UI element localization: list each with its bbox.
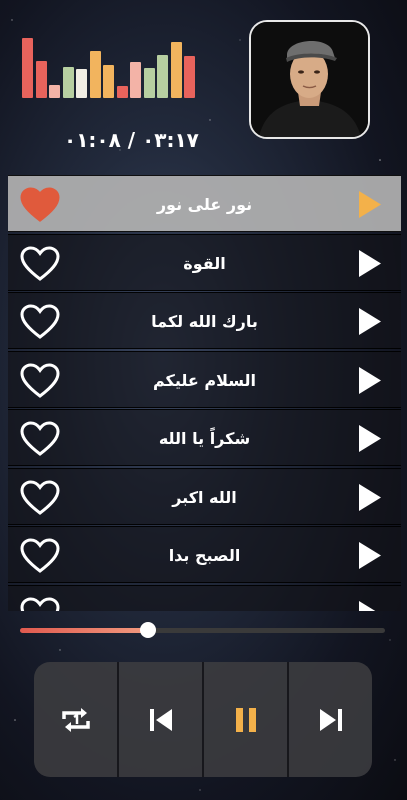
skip-previous-icon <box>149 708 172 731</box>
track-title: شكراً يا الله <box>158 429 251 448</box>
track-title: بارك الله لكما <box>151 312 258 331</box>
track-title: الله اكبر <box>172 487 237 507</box>
play-icon[interactable] <box>358 600 382 612</box>
track-row[interactable]: نور على نور <box>8 175 401 232</box>
heart-icon[interactable] <box>20 596 60 612</box>
track-row[interactable] <box>8 584 401 612</box>
play-icon[interactable] <box>358 541 382 570</box>
play-icon[interactable] <box>358 483 382 512</box>
equalizer-bar <box>103 65 114 98</box>
heart-icon[interactable] <box>20 362 60 398</box>
heart-icon[interactable] <box>20 538 60 573</box>
track-row[interactable]: بارك الله لكما <box>8 292 401 349</box>
equalizer-visualizer <box>22 38 197 98</box>
equalizer-bar <box>157 55 168 98</box>
track-row[interactable]: السلام عليكم <box>8 350 401 408</box>
play-icon[interactable] <box>358 307 382 336</box>
heart-icon[interactable] <box>20 479 60 515</box>
repeat-one-icon <box>61 707 90 732</box>
play-icon[interactable] <box>358 424 382 453</box>
artist-photo <box>249 20 370 139</box>
equalizer-bar <box>170 42 182 98</box>
heart-icon[interactable] <box>20 187 60 222</box>
equalizer-bar <box>130 62 141 98</box>
track-title: الصبح بدا <box>168 546 241 565</box>
playback-time: ٠٣:١٧ / ٠١:٠٨ <box>64 128 199 152</box>
heart-icon[interactable] <box>20 245 60 281</box>
equalizer-bar <box>22 38 33 98</box>
play-icon[interactable] <box>358 190 382 219</box>
track-title: السلام عليكم <box>152 370 257 390</box>
track-list[interactable]: نور على نور القوة بارك الله لكما السلام علي… <box>8 160 401 611</box>
repeat-button[interactable] <box>34 662 117 777</box>
progress-handle[interactable] <box>139 622 156 638</box>
track-title: نور على نور <box>156 195 253 214</box>
equalizer-bar <box>143 68 155 98</box>
play-icon[interactable] <box>358 249 382 278</box>
track-title: القوة <box>183 253 226 273</box>
track-row[interactable]: القوة <box>8 233 401 291</box>
equalizer-bar <box>89 51 101 98</box>
track-row[interactable]: الله اكبر <box>8 467 401 525</box>
previous-button[interactable] <box>117 662 202 777</box>
equalizer-bar <box>184 56 195 98</box>
equalizer-bar <box>35 61 47 98</box>
heart-icon[interactable] <box>20 304 60 339</box>
pause-button[interactable] <box>202 662 287 777</box>
track-row[interactable]: شكراً يا الله <box>8 409 401 466</box>
equalizer-bar <box>62 67 74 98</box>
skip-next-icon <box>319 708 342 731</box>
equalizer-bar <box>49 85 60 98</box>
track-title <box>68 586 341 612</box>
equalizer-bar <box>76 69 87 98</box>
next-button[interactable] <box>287 662 372 777</box>
playback-controls <box>34 662 372 777</box>
progress-fill <box>20 628 148 633</box>
track-row[interactable]: الصبح بدا <box>8 526 401 583</box>
progress-slider[interactable] <box>20 622 385 638</box>
equalizer-bar <box>116 86 128 98</box>
pause-icon <box>235 707 256 732</box>
play-icon[interactable] <box>358 366 382 395</box>
heart-icon[interactable] <box>20 421 60 456</box>
